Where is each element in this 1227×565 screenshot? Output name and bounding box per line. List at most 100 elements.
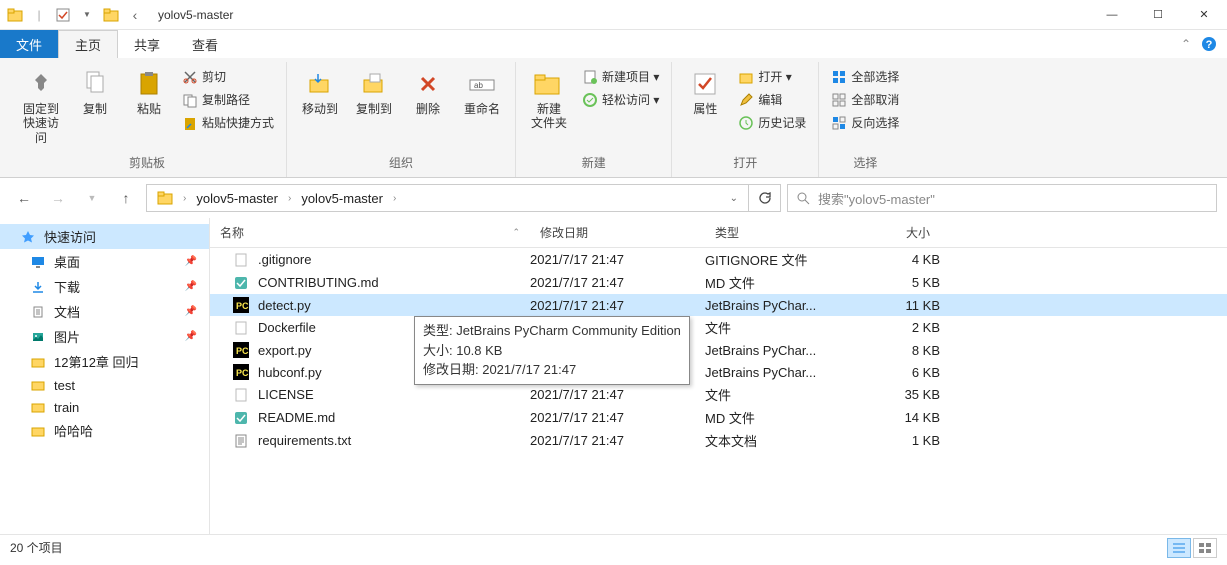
- history-button[interactable]: 历史记录: [734, 112, 810, 133]
- pin-indicator-icon: 📌: [185, 306, 197, 317]
- minimize-button[interactable]: —: [1089, 0, 1135, 30]
- folder-qat-icon[interactable]: [100, 4, 122, 26]
- breadcrumb[interactable]: › yolov5-master › yolov5-master › ⌄: [146, 184, 749, 212]
- tab-view[interactable]: 查看: [176, 30, 234, 58]
- table-row[interactable]: PChubconf.pyJetBrains PyChar...6 KB: [210, 361, 1227, 383]
- table-row[interactable]: .gitignore2021/7/17 21:47GITIGNORE 文件4 K…: [210, 248, 1227, 271]
- qat-overflow-icon[interactable]: ‹: [124, 4, 146, 26]
- ribbon-collapse-icon[interactable]: ⌃: [1181, 37, 1191, 51]
- rename-icon: ab: [466, 68, 498, 100]
- file-icon: [232, 251, 250, 269]
- copypath-button[interactable]: 复制路径: [178, 89, 278, 110]
- pin-button[interactable]: 固定到 快速访问: [16, 66, 66, 147]
- close-button[interactable]: ✕: [1181, 0, 1227, 30]
- table-row[interactable]: PCdetect.py2021/7/17 21:47JetBrains PyCh…: [210, 294, 1227, 316]
- file-list-header: 名称 ⌃ 修改日期 类型 大小: [210, 218, 1227, 248]
- file-size: 2 KB: [860, 320, 940, 335]
- easyaccess-button[interactable]: 轻松访问 ▾: [578, 89, 663, 110]
- open-button[interactable]: 打开 ▾: [734, 66, 810, 87]
- copyto-button[interactable]: 复制到: [349, 66, 399, 118]
- tab-share[interactable]: 共享: [118, 30, 176, 58]
- sidebar-item-train[interactable]: train: [0, 396, 209, 418]
- file-date: 2021/7/17 21:47: [530, 252, 705, 267]
- file-date: 2021/7/17 21:47: [530, 298, 705, 313]
- newitem-button[interactable]: 新建项目 ▾: [578, 66, 663, 87]
- column-header-size[interactable]: 大小: [860, 218, 940, 247]
- folder-icon: [30, 423, 46, 439]
- copy-button[interactable]: 复制: [70, 66, 120, 118]
- newfolder-button[interactable]: 新建 文件夹: [524, 66, 574, 133]
- delete-button[interactable]: 删除: [403, 66, 453, 118]
- paste-button[interactable]: 粘贴: [124, 66, 174, 118]
- sidebar-item-test[interactable]: test: [0, 374, 209, 396]
- cut-button[interactable]: 剪切: [178, 66, 278, 87]
- breadcrumb-seg1[interactable]: yolov5-master: [190, 191, 284, 206]
- svg-text:PC: PC: [236, 301, 249, 311]
- breadcrumb-root-icon[interactable]: [151, 190, 179, 206]
- table-row[interactable]: Dockerfile文件2 KB: [210, 316, 1227, 339]
- star-icon: [20, 229, 36, 245]
- refresh-button[interactable]: [749, 184, 781, 212]
- thumbnails-view-button[interactable]: [1193, 538, 1217, 558]
- file-type: 文件: [705, 385, 860, 404]
- forward-button[interactable]: →: [44, 184, 72, 212]
- up-button[interactable]: ↑: [112, 184, 140, 212]
- moveto-button[interactable]: 移动到: [295, 66, 345, 118]
- sidebar-item-desktop[interactable]: 桌面 📌: [0, 249, 209, 274]
- file-size: 11 KB: [860, 298, 940, 313]
- details-view-button[interactable]: [1167, 538, 1191, 558]
- recent-dropdown-icon[interactable]: ▼: [78, 184, 106, 212]
- sidebar-item-quick-access[interactable]: 快速访问: [0, 224, 209, 249]
- breadcrumb-dropdown-icon[interactable]: ⌄: [730, 193, 744, 204]
- file-type: 文件: [705, 318, 860, 337]
- selectnone-icon: [831, 92, 847, 108]
- newfolder-label: 新建 文件夹: [531, 102, 567, 131]
- rename-button[interactable]: ab 重命名: [457, 66, 507, 118]
- sidebar-hahaha-label: 哈哈哈: [54, 421, 93, 440]
- table-row[interactable]: README.md2021/7/17 21:47MD 文件14 KB: [210, 406, 1227, 429]
- properties-qat-icon[interactable]: [52, 4, 74, 26]
- selectall-button[interactable]: 全部选择: [827, 66, 903, 87]
- properties-label: 属性: [693, 102, 717, 116]
- table-row[interactable]: LICENSE2021/7/17 21:47文件35 KB: [210, 383, 1227, 406]
- breadcrumb-seg2[interactable]: yolov5-master: [295, 191, 389, 206]
- chevron-right-icon[interactable]: ›: [286, 193, 293, 204]
- back-button[interactable]: ←: [10, 184, 38, 212]
- help-icon[interactable]: ?: [1201, 36, 1217, 52]
- table-row[interactable]: CONTRIBUTING.md2021/7/17 21:47MD 文件5 KB: [210, 271, 1227, 294]
- column-header-name[interactable]: 名称 ⌃: [210, 218, 530, 247]
- table-row[interactable]: PCexport.pyJetBrains PyChar...8 KB: [210, 339, 1227, 361]
- tab-home[interactable]: 主页: [58, 30, 118, 58]
- properties-button[interactable]: 属性: [680, 66, 730, 118]
- selectnone-button[interactable]: 全部取消: [827, 89, 903, 110]
- sidebar-item-ch12[interactable]: 12第12章 回归: [0, 349, 209, 374]
- paste-shortcut-button[interactable]: 粘贴快捷方式: [178, 112, 278, 133]
- open-group-label: 打开: [733, 150, 757, 177]
- ribbon-group-open: 属性 打开 ▾ 编辑 历史记录 打开: [672, 62, 819, 177]
- paste-shortcut-icon: [182, 115, 198, 131]
- sidebar-item-hahaha[interactable]: 哈哈哈: [0, 418, 209, 443]
- file-size: 5 KB: [860, 275, 940, 290]
- tooltip-line1: 类型: JetBrains PyCharm Community Edition: [423, 321, 681, 341]
- sidebar-item-downloads[interactable]: 下载 📌: [0, 274, 209, 299]
- pin-label: 固定到 快速访问: [18, 102, 64, 145]
- invert-button[interactable]: 反向选择: [827, 112, 903, 133]
- chevron-right-icon[interactable]: ›: [391, 193, 398, 204]
- sidebar-item-pictures[interactable]: 图片 📌: [0, 324, 209, 349]
- window-title: yolov5-master: [150, 8, 233, 22]
- qat-dropdown-icon[interactable]: ▼: [76, 4, 98, 26]
- search-input[interactable]: 搜索"yolov5-master": [787, 184, 1217, 212]
- column-header-date[interactable]: 修改日期: [530, 218, 705, 247]
- table-row[interactable]: requirements.txt2021/7/17 21:47文本文档1 KB: [210, 429, 1227, 452]
- edit-label: 编辑: [758, 91, 782, 108]
- column-header-type[interactable]: 类型: [705, 218, 860, 247]
- maximize-button[interactable]: ☐: [1135, 0, 1181, 30]
- tab-file[interactable]: 文件: [0, 30, 58, 58]
- folder-icon: [4, 4, 26, 26]
- chevron-right-icon[interactable]: ›: [181, 193, 188, 204]
- selectall-icon: [831, 69, 847, 85]
- ribbon-help-area: ⌃ ?: [1181, 30, 1227, 58]
- edit-button[interactable]: 编辑: [734, 89, 810, 110]
- sidebar-item-documents[interactable]: 文档 📌: [0, 299, 209, 324]
- pin-indicator-icon: 📌: [185, 281, 197, 292]
